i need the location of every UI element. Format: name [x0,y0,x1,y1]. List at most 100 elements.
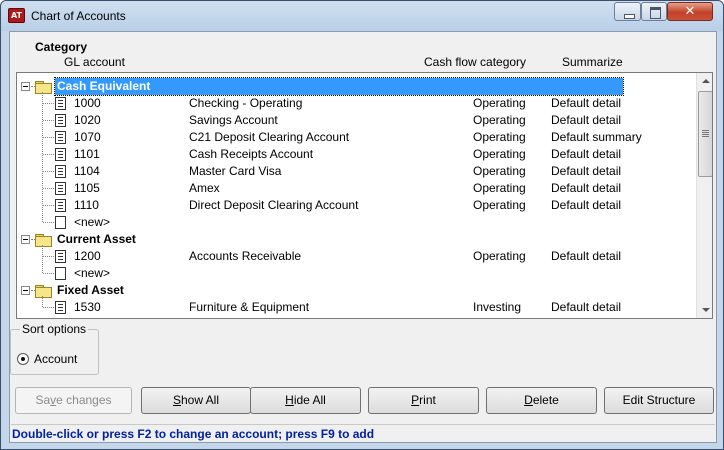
chart-of-accounts-window: AT Chart of Accounts ✕ Category GL accou… [0,0,724,450]
print-label-key: P [411,393,420,407]
delete-button[interactable]: Delete [486,387,597,414]
account-description: Savings Account [189,113,278,127]
account-cash-flow: Operating [473,198,526,212]
account-number: 1101 [74,147,100,161]
account-cash-flow: Operating [473,113,526,127]
tree-connector [43,222,54,223]
show-all-button[interactable]: Show All [141,387,251,414]
account-row[interactable]: 1530 Furniture & Equipment Investing Defaul… [17,299,697,316]
tree-connector [43,137,54,138]
document-icon [55,97,66,110]
delete-label: elete [532,393,559,407]
account-number: 1000 [74,96,101,110]
account-description: Direct Deposit Clearing Account [189,198,359,212]
document-icon [55,131,66,144]
hide-all-button[interactable]: Hide All [250,387,361,414]
print-button[interactable]: Print [368,387,479,414]
edit-structure-label: Edit Structure [622,393,696,407]
vertical-scrollbar[interactable] [696,73,712,318]
account-row[interactable]: 1000 Checking - Operating Operating Default… [17,95,697,112]
account-cash-flow: Operating [473,181,526,195]
account-summarize: Default detail [551,249,622,263]
scroll-down-button[interactable] [697,301,712,318]
tree-connector [43,120,54,121]
tree-connector [43,256,54,257]
scroll-up-button[interactable] [697,73,712,90]
account-row[interactable]: 1110 Direct Deposit Clearing Account Opera… [17,197,697,214]
tree-connector [43,307,54,308]
tree-connector [43,103,54,104]
title-bar[interactable]: AT Chart of Accounts ✕ [1,1,723,31]
account-description: Master Card Visa [189,164,282,178]
account-row[interactable]: 1105 Amex Operating Default detail [17,180,697,197]
category-label: Fixed Asset [57,283,124,297]
account-cash-flow: Operating [473,130,526,144]
collapse-icon[interactable] [21,286,30,295]
app-icon: AT [8,8,25,23]
new-account-label: <new> [74,266,111,280]
document-icon [55,301,66,314]
tree-category-row[interactable]: Fixed Asset [17,282,697,299]
folder-icon [35,81,52,94]
minimize-button[interactable] [614,2,641,21]
account-number: 1110 [74,198,99,212]
new-account-label: <new> [74,215,111,229]
account-description: Furniture & Equipment [189,300,310,314]
account-summarize: Default detail [551,113,622,127]
account-summarize: Default detail [551,198,622,212]
edit-structure-button[interactable]: Edit Structure [604,387,714,414]
show-all-label: how All [180,393,220,407]
account-description: Amex [189,181,220,195]
account-row[interactable]: 1200 Accounts Receivable Operating Default … [17,248,697,265]
tree-connector [43,205,54,206]
account-cash-flow: Operating [473,164,526,178]
accounts-tree[interactable]: Cash Equivalent 1000 Checking - Operating O… [16,72,713,319]
account-row[interactable]: 1020 Savings Account Operating Default deta… [17,112,697,129]
column-header-summarize: Summarize [562,55,623,69]
account-summarize: Default detail [551,96,622,110]
account-row[interactable]: 1101 Cash Receipts Account Operating Defaul… [17,146,697,163]
account-number: 1070 [74,130,101,144]
client-area: Category GL account Cash flow category S… [9,31,717,443]
folder-icon [35,285,52,298]
save-changes-button[interactable]: Save changes [15,387,132,414]
document-icon [55,114,66,127]
collapse-icon[interactable] [21,82,30,91]
tree-category-row[interactable]: Current Asset [17,231,697,248]
account-row[interactable]: 1104 Master Card Visa Operating Default det… [17,163,697,180]
account-summarize: Default detail [551,181,622,195]
account-cash-flow: Operating [473,96,526,110]
document-icon [55,199,66,212]
sort-account-label[interactable]: Account [34,352,77,366]
collapse-icon[interactable] [21,235,30,244]
document-icon [55,165,66,178]
account-cash-flow: Operating [473,249,526,263]
account-description: Checking - Operating [189,96,303,110]
document-icon [55,182,66,195]
hide-all-label-key: H [285,393,294,407]
delete-label-key: D [524,393,533,407]
save-changes-label-a: Sa [35,393,51,407]
account-description: C21 Deposit Clearing Account [189,130,350,144]
sort-account-radio[interactable] [17,353,29,365]
column-header-gl-account: GL account [64,55,125,69]
column-header-category: Category [35,40,88,54]
scroll-thumb[interactable] [698,91,712,177]
document-icon [55,148,66,161]
hide-all-label: ide All [293,393,326,407]
new-account-row[interactable]: <new> [17,214,697,231]
new-account-row[interactable]: <new> [17,265,697,282]
tree-category-row[interactable]: Cash Equivalent [17,77,697,96]
blank-document-icon [55,216,66,229]
category-label: Current Asset [57,232,136,246]
maximize-button[interactable] [641,2,667,21]
tree-connector [43,273,54,274]
status-bar-hint: Double-click or press F2 to change an ac… [11,424,715,442]
account-summarize: Default detail [551,300,622,314]
sort-options-group: Sort options Account [10,322,99,375]
account-description: Accounts Receivable [189,249,302,263]
close-button[interactable]: ✕ [667,2,713,21]
account-row[interactable]: 1070 C21 Deposit Clearing Account Operatin… [17,129,697,146]
blank-document-icon [55,267,66,280]
category-label: Cash Equivalent [54,77,624,96]
